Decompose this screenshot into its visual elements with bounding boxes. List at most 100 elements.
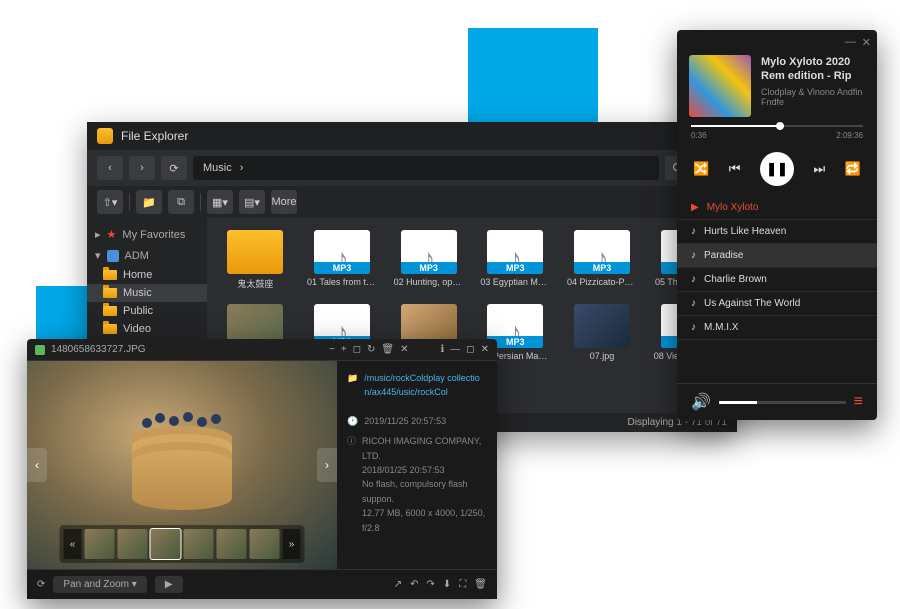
star-icon: ★: [107, 228, 117, 241]
pause-button[interactable]: ❚❚: [760, 152, 794, 186]
playlist: ▶Mylo Xyloto♪Hurts Like Heaven♪Paradise♪…: [677, 196, 877, 383]
fullscreen-button[interactable]: ⛶: [459, 579, 466, 590]
trash-button[interactable]: 🗑: [474, 579, 487, 590]
volume-slider[interactable]: [719, 401, 846, 404]
breadcrumb-item[interactable]: Music: [203, 162, 232, 174]
view-mode-button[interactable]: ▦▾: [207, 190, 233, 214]
window-controls: — ✕: [677, 30, 877, 55]
shot-date: 2018/01/25 20:57:53: [362, 463, 487, 477]
expand-icon: ▾: [95, 249, 101, 262]
breadcrumb-bar[interactable]: Music ›: [193, 156, 659, 180]
image-canvas[interactable]: ‹ › « »: [27, 361, 337, 569]
upload-button[interactable]: ⇧▾: [97, 190, 123, 214]
clock-icon: 🕐: [347, 414, 358, 428]
playlist-item[interactable]: ▶Mylo Xyloto: [677, 196, 877, 220]
playlist-item[interactable]: ♪M.M.I.X: [677, 316, 877, 340]
share-button[interactable]: ↗: [394, 579, 402, 590]
file-item[interactable]: ♪MP303 Egyptian March…: [475, 226, 556, 294]
more-button[interactable]: More: [271, 190, 297, 214]
strip-prev-button[interactable]: «: [64, 529, 82, 559]
repeat-button[interactable]: 🔁: [845, 161, 861, 177]
strip-thumb[interactable]: [217, 529, 247, 559]
maximize-button[interactable]: ◻: [466, 344, 474, 355]
strip-thumb[interactable]: [184, 529, 214, 559]
zoom-out-button[interactable]: −: [329, 344, 335, 355]
rotate-left-button[interactable]: ↶: [410, 579, 418, 590]
file-item[interactable]: ♪MP301 Tales from the…: [302, 226, 383, 294]
sync-button[interactable]: ⟳: [37, 579, 45, 590]
close-button[interactable]: ✕: [862, 36, 871, 49]
playlist-item[interactable]: ♪Hurts Like Heaven: [677, 220, 877, 244]
zoom-in-button[interactable]: +: [341, 344, 347, 355]
sidebar-item-home[interactable]: Home: [87, 266, 207, 284]
image-filename: 1480658633727.JPG: [51, 344, 146, 355]
previous-button[interactable]: ⏮: [729, 161, 741, 177]
file-item[interactable]: 07.jpg: [562, 300, 643, 365]
pan-zoom-mode[interactable]: Pan and Zoom ▾: [53, 576, 146, 593]
rotate-right-button[interactable]: ↷: [427, 579, 435, 590]
file-item[interactable]: ♪MP304 Pizzicato-Polk…: [562, 226, 643, 294]
sidebar-item-music[interactable]: Music: [87, 284, 207, 302]
folder-icon: [103, 306, 117, 316]
new-folder-button[interactable]: 📁: [136, 190, 162, 214]
sidebar-item-public[interactable]: Public: [87, 302, 207, 320]
slideshow-button[interactable]: ▶: [155, 576, 183, 593]
minimize-button[interactable]: —: [845, 36, 856, 49]
sort-button[interactable]: ▤▾: [239, 190, 265, 214]
adm-icon: [107, 250, 119, 262]
delete-button[interactable]: 🗑: [381, 344, 394, 355]
refresh-button[interactable]: ⟳: [161, 156, 187, 180]
shuffle-button[interactable]: 🔀: [693, 161, 709, 177]
close-panel-button[interactable]: ✕: [481, 344, 489, 355]
file-item[interactable]: ♪MP302 Hunting, op. …: [388, 226, 469, 294]
back-button[interactable]: ‹: [97, 156, 123, 180]
file-name: 07.jpg: [590, 351, 615, 361]
forward-button[interactable]: ›: [129, 156, 155, 180]
strip-thumb[interactable]: [118, 529, 148, 559]
playlist-item[interactable]: ♪Paradise: [677, 244, 877, 268]
close-button[interactable]: ✕: [400, 344, 408, 355]
file-name: 鬼太鼓座: [237, 277, 273, 290]
track-icon: ♪: [691, 274, 696, 285]
playback-controls: 🔀 ⏮ ❚❚ ⏭ 🔁: [677, 148, 877, 190]
mp3-icon: ♪MP3: [574, 230, 630, 274]
next-button[interactable]: ⏭: [814, 161, 826, 177]
now-playing: Mylo Xyloto 2020 Rem edition - Rip Clodp…: [677, 55, 877, 117]
window-titlebar[interactable]: File Explorer: [87, 122, 737, 150]
minimize-button[interactable]: —: [450, 344, 460, 355]
playlist-item[interactable]: ♪Charlie Brown: [677, 268, 877, 292]
mp3-icon: ♪MP3: [401, 230, 457, 274]
file-path[interactable]: /music/rockColdplay collection/ax445/usi…: [364, 371, 487, 400]
playlist-item[interactable]: ♪Us Against The World: [677, 292, 877, 316]
file-date: 2019/11/25 20:57:53: [364, 414, 446, 428]
progress-section: 0:36 2:09:36: [677, 117, 877, 148]
download-button[interactable]: ⬇: [443, 579, 451, 590]
next-image-button[interactable]: ›: [317, 448, 337, 482]
folder-icon: [103, 288, 117, 298]
viewer-titlebar[interactable]: 1480658633727.JPG − + ◻ ↻ 🗑 ✕ ℹ — ◻ ✕: [27, 339, 497, 361]
playlist-view-button[interactable]: ≡: [854, 393, 863, 411]
sidebar-adm-header[interactable]: ▾ ADM: [87, 245, 207, 266]
file-name: 01 Tales from the…: [307, 277, 377, 287]
volume-icon[interactable]: 🔊: [691, 392, 711, 412]
album-art[interactable]: [689, 55, 751, 117]
prev-image-button[interactable]: ‹: [27, 448, 47, 482]
image-specs: 12.77 MB, 6000 x 4000, 1/250, f/2.8: [362, 506, 487, 535]
metadata-panel: 📁 /music/rockColdplay collection/ax445/u…: [337, 361, 497, 569]
progress-bar[interactable]: [691, 125, 863, 127]
copy-button[interactable]: ⧉: [168, 190, 194, 214]
strip-next-button[interactable]: »: [283, 529, 301, 559]
strip-thumb[interactable]: [85, 529, 115, 559]
track-icon: ♪: [691, 298, 696, 309]
track-icon: ♪: [691, 322, 696, 333]
file-item[interactable]: 鬼太鼓座: [215, 226, 296, 294]
strip-thumb-active[interactable]: [151, 529, 181, 559]
time-total: 2:09:36: [836, 131, 863, 140]
sidebar-item-video[interactable]: Video: [87, 320, 207, 338]
rotate-button[interactable]: ↻: [367, 344, 375, 355]
fit-button[interactable]: ◻: [353, 344, 361, 355]
info-button[interactable]: ℹ: [440, 344, 444, 355]
app-icon: [97, 128, 113, 144]
sidebar-favorites-header[interactable]: ▸ ★ My Favorites: [87, 224, 207, 245]
strip-thumb[interactable]: [250, 529, 280, 559]
